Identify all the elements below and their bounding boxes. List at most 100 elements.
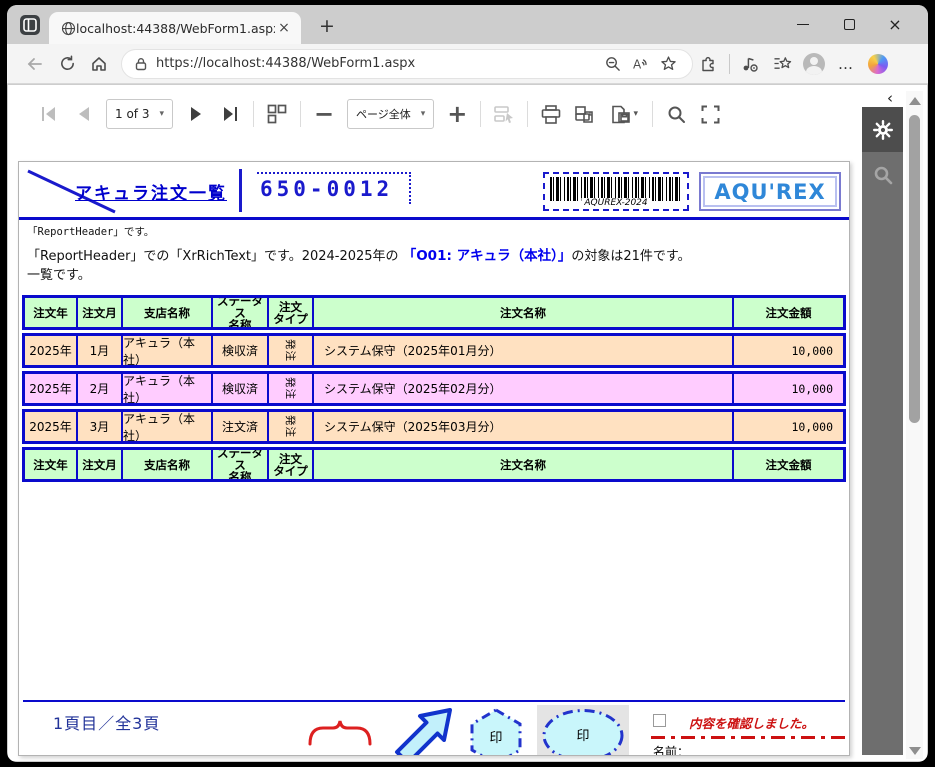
header-divider [239,169,242,212]
read-aloud-icon[interactable]: A [626,51,654,77]
cell-status: 検収済 [213,374,269,403]
cell-amount: 10,000 [734,412,843,441]
page-number-value: 1 of 3 [115,107,149,121]
col-header-status: ステータス 名称 [213,298,269,327]
export-button[interactable]: ▾ [602,97,646,131]
table-header-row: 注文年 注文月 支店名称 ステータス 名称 注文 タイプ 注文名称 注文金額 [22,295,846,330]
new-tab-button[interactable]: + [315,14,339,38]
tab-search[interactable] [862,152,903,197]
copilot-icon[interactable] [862,49,894,79]
cell-name: システム保守（2025年03月分） [314,412,734,441]
home-button[interactable] [83,49,115,79]
extensions-icon[interactable] [693,49,725,79]
cell-amount: 10,000 [734,374,843,403]
col-header-year: 注文年 [25,450,78,479]
rich-text: 「ReportHeader」での「XrRichText」です。2024-2025… [27,247,849,285]
stamp-text: 印 [576,729,589,744]
table-row: 2025年 3月 アキュラ（本社） 注文済 発注 システム保守（2025年03月… [22,409,846,444]
report-title-link[interactable]: アキュラ注文一覧 [75,179,227,204]
print-button[interactable] [534,97,568,131]
previous-page-button[interactable] [66,97,100,131]
col-header-month: 注文月 [78,450,123,479]
highlight-editing-fields-button [487,97,521,131]
tab-actions-icon[interactable] [19,14,41,36]
col-header-branch: 支店名称 [123,450,213,479]
next-page-button[interactable] [179,97,213,131]
page-number-label: 1頁目／全3頁 [53,710,160,734]
col-header-status: ステータス 名称 [213,450,269,479]
chevron-down-icon: ▾ [159,109,164,119]
col-header-amount: 注文金額 [734,298,843,327]
confirm-checkbox[interactable] [653,714,666,727]
table-row: 2025年 2月 アキュラ（本社） 検収済 発注 システム保守（2025年02月… [22,371,846,406]
scroll-up-arrow[interactable] [909,97,921,105]
first-page-button[interactable] [32,97,66,131]
brand-logo-text: AQU'REX [714,180,825,204]
favorite-star-icon[interactable] [654,51,682,77]
cell-type: 発注 [269,336,314,365]
report-viewer: 1 of 3 ▾ − ページ全体 ▾ + [8,85,927,761]
browser-window: localhost:44388/WebForm1.aspx × + × [7,5,928,762]
profile-avatar[interactable] [798,49,830,79]
back-button[interactable] [19,49,51,79]
toolbar-separator [527,101,528,127]
search-button[interactable] [659,97,693,131]
cell-name: システム保守（2025年01月分） [314,336,734,365]
panel-collapse-chevron-icon[interactable]: ‹ [887,89,893,107]
stamp-background: 印 [537,705,629,756]
barcode: AQUREX-2024 [543,172,689,211]
ellipse-stamp: 印 [540,707,626,756]
window-controls: × [780,5,918,44]
table-row: 2025年 1月 アキュラ（本社） 検収済 発注 システム保守（2025年01月… [22,333,846,368]
viewer-toolbar: 1 of 3 ▾ − ページ全体 ▾ + [8,85,927,143]
report-page: アキュラ注文一覧 650-0012 AQUREX-2024 AQU'REX 「R… [18,161,850,756]
tab-settings[interactable] [862,107,903,152]
rich-text-after: の対象は21件です。 [571,249,690,264]
refresh-button[interactable] [51,49,83,79]
col-header-month: 注文月 [78,298,123,327]
page-blank-space [19,485,849,700]
cell-status: 検収済 [213,336,269,365]
minimize-button[interactable] [780,9,826,41]
svg-text:A: A [633,57,642,71]
tab-close-icon[interactable]: × [275,19,293,37]
table-footer-header-row: 注文年 注文月 支店名称 ステータス 名称 注文 タイプ 注文名称 注文金額 [22,447,846,482]
page-number-select[interactable]: 1 of 3 ▾ [106,99,173,129]
fullscreen-button[interactable] [693,97,727,131]
gear-icon [872,119,894,141]
postal-code-box: 650-0012 [257,172,411,204]
toolbar-separator [300,101,301,127]
last-page-button[interactable] [213,97,247,131]
globe-icon [61,21,76,36]
viewer-side-tabstrip [862,107,903,755]
confirmation-block: 内容を確認しました。 名前： [651,708,849,756]
address-input[interactable]: https://localhost:44388/WebForm1.aspx A [121,49,693,79]
multipage-view-button[interactable] [260,97,294,131]
lock-icon [134,57,148,71]
print-page-button[interactable] [568,97,602,131]
favorites-list-icon[interactable] [766,49,798,79]
vertical-scrollbar[interactable] [906,91,923,759]
toolbar-separator [652,101,653,127]
close-button[interactable]: × [872,9,918,41]
media-controls-icon[interactable] [734,49,766,79]
browser-tab[interactable]: localhost:44388/WebForm1.aspx × [49,12,301,44]
zoom-mode-select[interactable]: ページ全体 ▾ [347,99,434,129]
confirm-text: 内容を確認しました。 [689,713,814,732]
zoom-out-button[interactable]: − [307,97,341,131]
postal-code: 650-0012 [260,177,393,201]
close-icon: × [888,17,901,33]
zoom-out-page-icon[interactable] [598,51,626,77]
arrow-shape [387,703,457,756]
report-header-note: 「ReportHeader」です。 [27,224,849,239]
rich-text-before: 「ReportHeader」での「XrRichText」です。2024-2025… [27,249,403,264]
maximize-button[interactable] [826,9,872,41]
scroll-down-arrow[interactable] [909,747,921,755]
scrollbar-thumb[interactable] [909,115,920,423]
browser-menu-icon[interactable]: … [830,49,862,79]
brand-logo-box: AQU'REX [699,172,841,211]
avatar [803,53,825,75]
zoom-in-button[interactable]: + [440,97,474,131]
cell-month: 1月 [78,336,123,365]
rich-text-line2: 一覧です。 [27,266,849,285]
